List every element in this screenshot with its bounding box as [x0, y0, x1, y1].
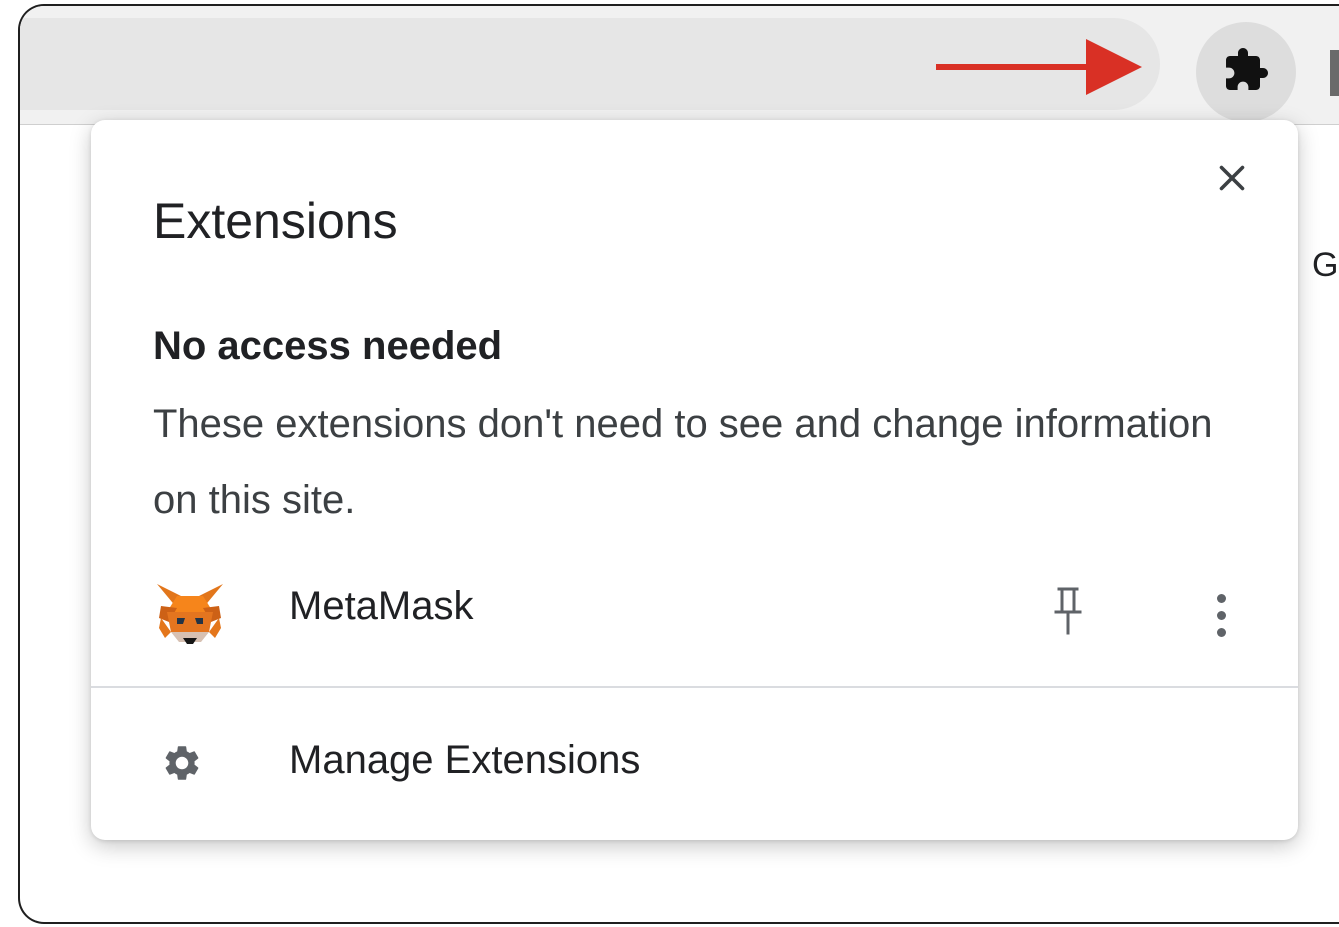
close-button[interactable] — [1206, 154, 1258, 206]
pin-icon — [1053, 586, 1083, 641]
popup-title: Extensions — [153, 193, 398, 249]
manage-extensions-row[interactable]: Manage Extensions — [91, 714, 1298, 814]
extensions-popup: Extensions No access needed These extens… — [91, 120, 1298, 840]
gear-icon — [161, 742, 203, 784]
toolbar-next-button-edge[interactable] — [1330, 50, 1339, 96]
puzzle-piece-icon — [1222, 46, 1270, 99]
extension-name: MetaMask — [289, 584, 474, 628]
extension-row-metamask[interactable]: MetaMask — [91, 564, 1298, 672]
divider — [91, 686, 1298, 688]
background-page-text: G — [1312, 246, 1339, 284]
more-options-button[interactable] — [1191, 580, 1251, 650]
section-description: These extensions don't need to see and c… — [153, 402, 1213, 522]
manage-extensions-label: Manage Extensions — [289, 738, 641, 782]
toolbar-extensions-arrow — [936, 39, 1142, 95]
close-icon — [1214, 160, 1250, 201]
pin-button[interactable] — [1037, 578, 1099, 648]
metamask-fox-icon — [155, 582, 225, 646]
section-heading: No access needed — [153, 324, 503, 368]
extensions-button[interactable] — [1196, 22, 1296, 122]
more-vert-icon — [1216, 593, 1226, 603]
